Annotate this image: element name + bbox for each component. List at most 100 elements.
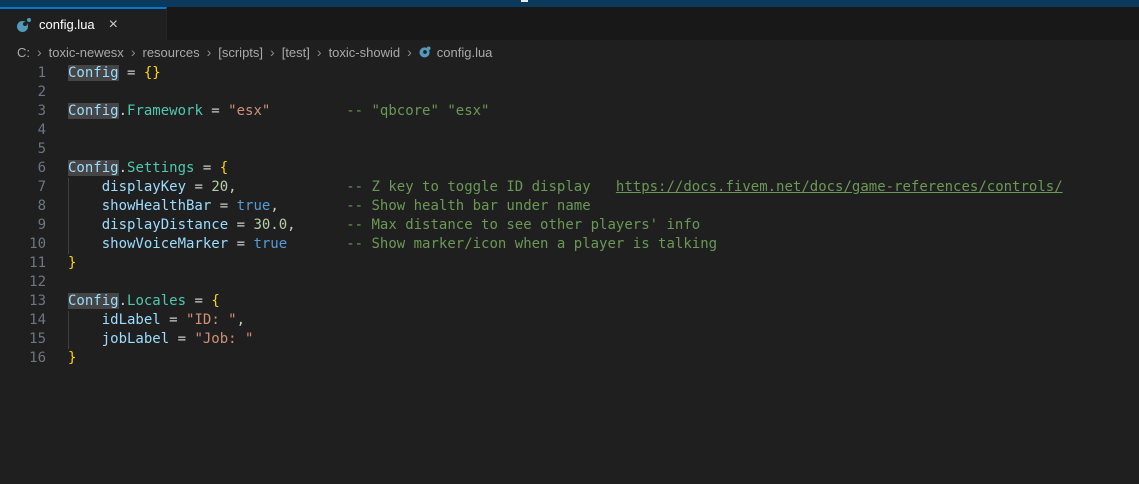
window-titlebar xyxy=(0,0,1139,7)
line-number: 12 xyxy=(29,274,46,290)
code-token: = xyxy=(228,236,254,252)
code-token: true xyxy=(236,198,271,214)
code-token: true xyxy=(253,236,288,252)
line-number: 3 xyxy=(37,103,46,119)
code-line[interactable]: 13 Config.Locales = { xyxy=(0,292,1139,311)
code-token: "ID: " xyxy=(186,312,237,328)
code-token: = xyxy=(118,65,144,81)
lua-file-icon xyxy=(419,46,431,58)
code-token: showHealthBar xyxy=(101,198,212,214)
code-line[interactable]: 9 displayDistance = 30.0, -- Max distanc… xyxy=(0,216,1139,235)
code-token: , xyxy=(287,217,296,233)
indent-guide xyxy=(68,178,69,254)
code-line[interactable]: 2 xyxy=(0,83,1139,102)
code-token: 20 xyxy=(211,179,229,195)
code-token: = xyxy=(169,331,195,347)
breadcrumb-item-resources[interactable]: resources xyxy=(142,45,199,60)
code-token: "esx" xyxy=(228,103,271,119)
code-token: -- Show marker/icon when a player is tal… xyxy=(346,236,718,252)
breadcrumb-item--test-[interactable]: [test] xyxy=(282,45,310,60)
code-token: Locales xyxy=(127,293,187,309)
code-line[interactable]: 5 xyxy=(0,140,1139,159)
code-line[interactable]: 11} xyxy=(0,254,1139,273)
close-icon[interactable]: × xyxy=(109,16,118,33)
code-line[interactable]: 16} xyxy=(0,349,1139,368)
code-token: 30.0 xyxy=(253,217,288,233)
code-token: displayDistance xyxy=(101,217,229,233)
code-token: -- Z key to toggle ID display xyxy=(346,179,616,195)
code-token: } xyxy=(68,350,77,366)
code-token: = xyxy=(194,160,220,176)
code-token: . xyxy=(118,293,128,309)
code-token: , xyxy=(228,179,237,195)
lua-file-icon xyxy=(17,17,31,32)
code-token: . xyxy=(118,160,128,176)
line-number: 2 xyxy=(37,84,46,100)
line-number: 13 xyxy=(29,293,46,309)
code-token: -- Show health bar under name xyxy=(346,198,591,214)
code-token: { xyxy=(219,160,229,176)
code-token: , xyxy=(270,198,279,214)
breadcrumb: C: › toxic-newesx › resources › [scripts] › [tes… xyxy=(0,40,1139,64)
breadcrumb-item-toxic-showid[interactable]: toxic-showid xyxy=(329,45,401,60)
titlebar-text-remnant xyxy=(521,0,528,2)
code-line[interactable]: 15 jobLabel = "Job: " xyxy=(0,330,1139,349)
line-number: 5 xyxy=(37,141,46,157)
code-token: { xyxy=(211,293,220,309)
code-token: idLabel xyxy=(101,312,161,328)
line-number: 9 xyxy=(37,217,46,233)
breadcrumb-item--scripts-[interactable]: [scripts] xyxy=(218,45,263,60)
breadcrumb-separator-icon: › xyxy=(130,44,136,60)
code-token: = xyxy=(186,293,212,309)
breadcrumb-separator-icon: › xyxy=(407,44,412,60)
line-number: 6 xyxy=(37,160,46,176)
code-token: Config xyxy=(68,293,119,309)
breadcrumb-item-config-lua[interactable]: config.lua xyxy=(437,45,493,60)
code-token: } xyxy=(68,255,77,271)
indent-guide xyxy=(68,311,69,349)
tab-label: config.lua xyxy=(39,17,95,32)
breadcrumb-separator-icon: › xyxy=(316,44,322,60)
line-number: 7 xyxy=(37,179,46,195)
breadcrumb-separator-icon: › xyxy=(206,44,212,60)
line-number: 11 xyxy=(29,255,46,271)
code-token: Settings xyxy=(127,160,195,176)
breadcrumb-item-c-[interactable]: C: xyxy=(17,45,30,60)
line-number: 15 xyxy=(29,331,46,347)
breadcrumb-separator-icon: › xyxy=(37,44,42,60)
code-token: -- "qbcore" "esx" xyxy=(346,103,490,119)
code-token: = xyxy=(202,103,229,119)
code-token: Config xyxy=(68,103,119,119)
code-line[interactable]: 7 displayKey = 20, -- Z key to toggle ID… xyxy=(0,178,1139,197)
code-token: showVoiceMarker xyxy=(101,236,229,252)
code-line[interactable]: 10 showVoiceMarker = true -- Show marker… xyxy=(0,235,1139,254)
line-number: 14 xyxy=(29,312,46,328)
code-area[interactable]: 1 Config = {} 2 3 Config.Framework = "esx" -… xyxy=(0,64,1139,484)
code-token: jobLabel xyxy=(101,331,170,347)
code-token: = xyxy=(160,312,187,328)
code-line[interactable]: 8 showHealthBar = true, -- Show health b… xyxy=(0,197,1139,216)
comment-link[interactable]: https://docs.fivem.net/docs/game-referen… xyxy=(616,179,1063,195)
code-line[interactable]: 14 idLabel = "ID: ", xyxy=(0,311,1139,330)
code-token: Config xyxy=(68,65,119,81)
line-number: 16 xyxy=(29,350,46,366)
line-number: 8 xyxy=(37,198,46,214)
code-line[interactable]: 6 Config.Settings = { xyxy=(0,159,1139,178)
breadcrumb-item-toxic-newesx[interactable]: toxic-newesx xyxy=(49,45,124,60)
code-line[interactable]: 4 xyxy=(0,121,1139,140)
tab-config-lua[interactable]: config.lua × xyxy=(0,7,167,40)
code-line[interactable]: 1 Config = {} xyxy=(0,64,1139,83)
code-line[interactable]: 3 Config.Framework = "esx" -- "qbcore" "e… xyxy=(0,102,1139,121)
breadcrumb-separator-icon: › xyxy=(270,44,275,60)
code-token: = xyxy=(228,217,254,233)
code-line[interactable]: 12 xyxy=(0,273,1139,292)
